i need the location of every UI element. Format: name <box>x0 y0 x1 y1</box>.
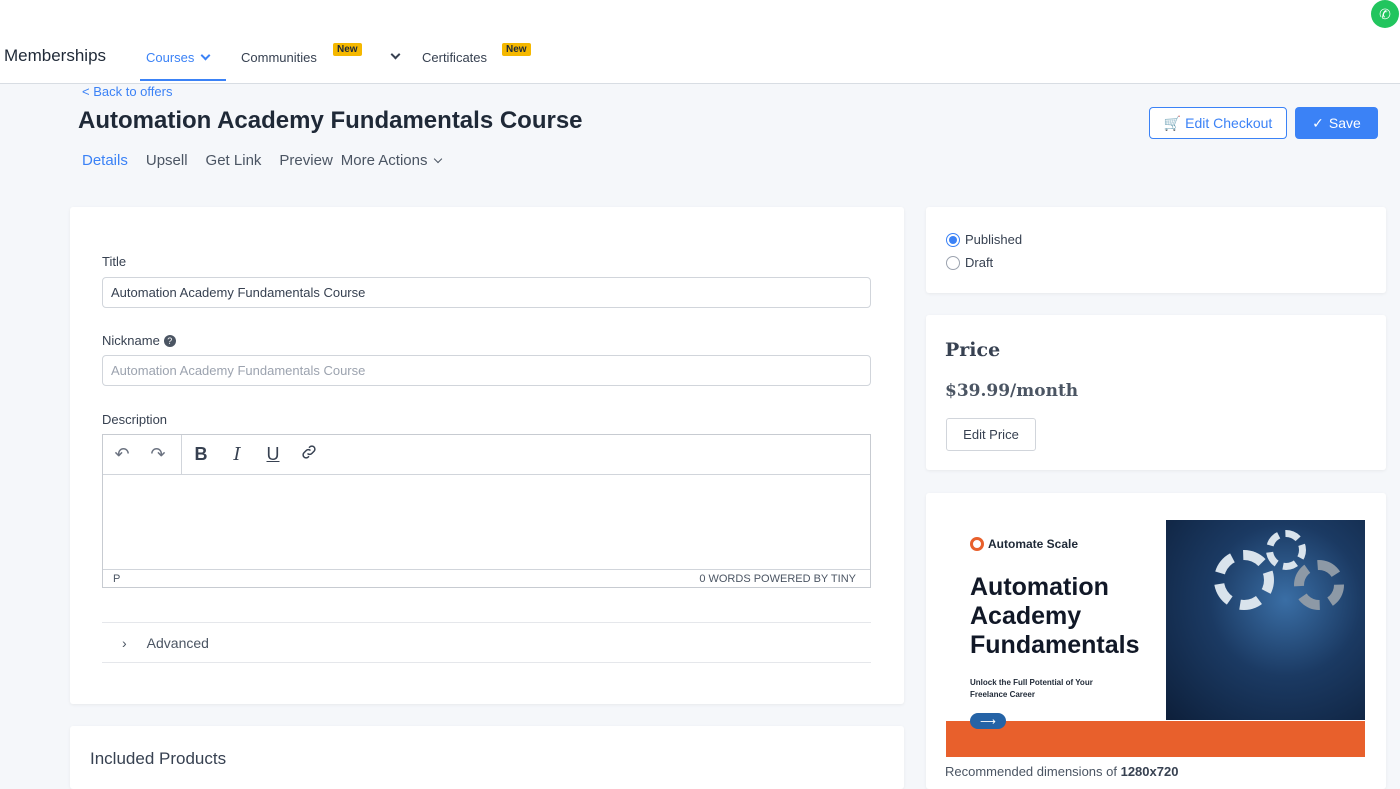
price-value: $39.99/month <box>945 381 1079 401</box>
recommended-size: 1280x720 <box>1120 764 1179 779</box>
banner-subheading: Unlock the Full Potential of Your Freela… <box>970 678 1093 699</box>
underline-button[interactable]: U <box>262 444 284 465</box>
undo-icon[interactable]: ↶ <box>111 444 133 465</box>
editor-element-path: P <box>113 572 121 585</box>
radio-draft-input[interactable] <box>946 255 960 270</box>
gear-icon <box>1294 560 1344 610</box>
radio-published-label: Published <box>965 232 1023 247</box>
banner-logo: Automate Scale <box>970 537 1078 551</box>
radio-published[interactable]: Published <box>946 232 1022 247</box>
history-group: ↶ ↷ <box>103 435 182 474</box>
recommended-prefix: Recommended dimensions of <box>945 764 1121 779</box>
nav-active-underline <box>140 79 226 81</box>
italic-button[interactable]: I <box>226 444 248 465</box>
nav-certificates[interactable]: Certificates <box>422 50 487 65</box>
publish-status-card <box>926 207 1386 293</box>
check-icon: ✓ <box>1312 114 1324 131</box>
nav-courses[interactable]: Courses <box>146 50 211 65</box>
tab-preview[interactable]: Preview <box>279 152 332 169</box>
description-label: Description <box>102 412 168 427</box>
nav-communities[interactable]: Communities <box>241 50 317 65</box>
tab-more-actions-label: More Actions <box>340 152 428 169</box>
tab-details[interactable]: Details <box>82 152 128 169</box>
radio-published-input[interactable] <box>946 232 960 247</box>
edit-checkout-label: Edit Checkout <box>1185 115 1273 131</box>
logo-mark-icon <box>970 537 984 551</box>
edit-price-button[interactable]: Edit Price <box>946 418 1036 451</box>
nickname-input[interactable]: Automation Academy Fundamentals Course <box>102 355 871 386</box>
editor-toolbar: ↶ ↷ B I U <box>103 435 870 475</box>
new-badge: New <box>333 43 362 56</box>
tab-upsell[interactable]: Upsell <box>146 152 188 169</box>
page-title: Automation Academy Fundamentals Course <box>78 107 583 134</box>
chevron-down-icon <box>200 50 211 61</box>
offer-tabs: Details Upsell Get Link Preview More Act… <box>82 152 442 169</box>
tab-get-link[interactable]: Get Link <box>206 152 262 169</box>
included-products-title: Included Products <box>90 749 227 768</box>
radio-draft-label: Draft <box>965 255 994 270</box>
save-button[interactable]: ✓ Save <box>1295 107 1378 139</box>
editor-status-bar: P 0 WORDS POWERED BY TINY <box>103 569 870 587</box>
brand-title: Memberships <box>4 46 107 65</box>
nickname-label: Nickname <box>102 333 160 348</box>
banner-logo-text: Automate Scale <box>988 537 1079 551</box>
title-input[interactable]: Automation Academy Fundamentals Course <box>102 277 871 308</box>
businessman-gears-photo <box>1166 520 1365 720</box>
format-group: B I U <box>182 435 328 474</box>
more-nav-chevron-icon[interactable] <box>390 49 401 60</box>
description-editor[interactable]: ↶ ↷ B I U P 0 WORDS POWERED BY TINY <box>102 434 871 588</box>
nickname-label-row: Nickname ? <box>102 333 176 348</box>
chevron-right-icon: › <box>122 634 127 651</box>
new-badge: New <box>502 43 531 56</box>
banner-heading: Automation Academy Fundamentals <box>970 573 1140 659</box>
nav-communities-label: Communities <box>241 50 317 65</box>
gear-icon <box>1266 530 1306 570</box>
top-navigation: Memberships Courses Communities New Cert… <box>0 0 1400 84</box>
cart-icon: 🛒 <box>1163 114 1182 131</box>
tab-more-actions[interactable]: More Actions <box>340 152 442 169</box>
back-to-offers-link[interactable]: < Back to offers <box>82 84 172 99</box>
help-icon[interactable]: ? <box>163 334 176 347</box>
chevron-down-icon <box>433 154 442 163</box>
link-icon[interactable] <box>298 443 320 466</box>
nav-courses-label: Courses <box>146 50 195 65</box>
editor-word-count: 0 WORDS POWERED BY TINY <box>699 572 856 585</box>
bold-button[interactable]: B <box>190 444 212 465</box>
save-label: Save <box>1328 115 1361 131</box>
banner-stripe <box>946 721 1365 757</box>
price-title: Price <box>945 339 1001 361</box>
offer-thumbnail-image[interactable]: Automate Scale Automation Academy Fundam… <box>946 520 1365 757</box>
redo-icon[interactable]: ↷ <box>147 444 169 465</box>
advanced-section-toggle[interactable]: › Advanced <box>102 622 871 663</box>
advanced-label: Advanced <box>146 634 209 651</box>
arrow-right-icon: ⟶ <box>970 713 1006 729</box>
phone-icon[interactable]: ✆ <box>1371 0 1399 28</box>
title-label: Title <box>102 254 127 269</box>
gear-icon <box>1214 550 1274 610</box>
edit-checkout-button[interactable]: 🛒 Edit Checkout <box>1149 107 1287 139</box>
radio-draft[interactable]: Draft <box>946 255 993 270</box>
nav-certificates-label: Certificates <box>422 50 488 65</box>
recommended-dimensions: Recommended dimensions of 1280x720 <box>945 764 1178 779</box>
